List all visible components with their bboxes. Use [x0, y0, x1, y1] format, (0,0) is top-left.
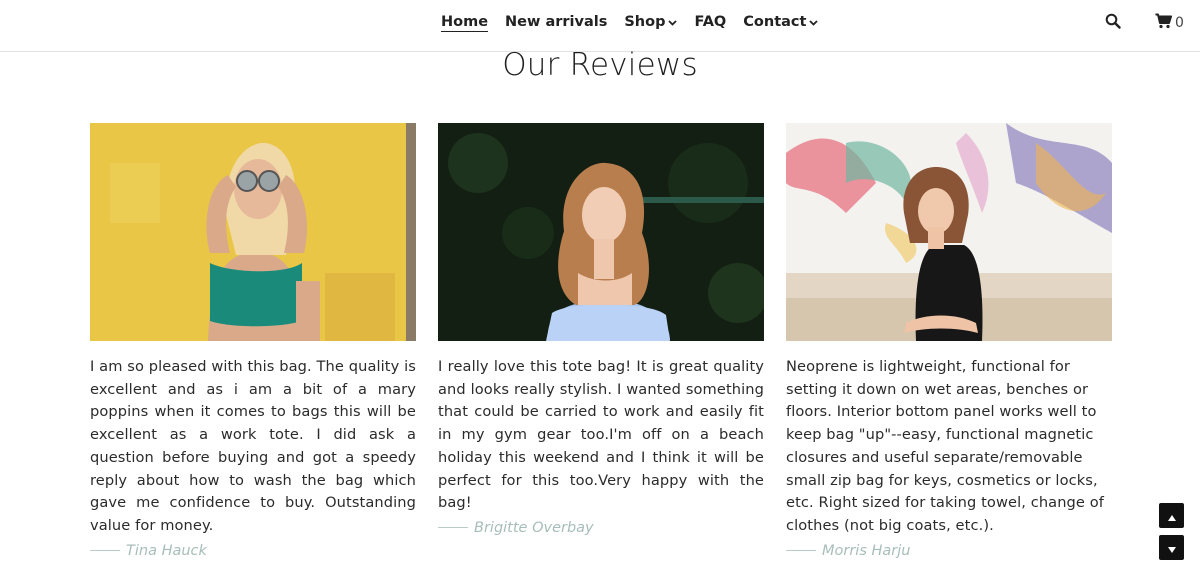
review-text: I am so pleased with this bag. The quali…: [90, 358, 416, 534]
section-title: Our Reviews: [502, 47, 698, 83]
review-author: Brigitte Overbay: [438, 520, 764, 536]
review-text: Neoprene is lightweight, functional for …: [786, 358, 1105, 534]
chevron-down-icon: [668, 18, 678, 29]
cart-count: 0: [1175, 15, 1184, 31]
review-card: Neoprene is lightweight, functional for …: [786, 123, 1112, 559]
chevron-down-icon: [809, 18, 819, 29]
cart-button[interactable]: 0: [1155, 13, 1184, 33]
nav-home-label: Home: [441, 13, 489, 30]
author-name: Morris Harju: [822, 542, 911, 559]
reviewer-photo: [786, 123, 1112, 341]
nav-faq-label: FAQ: [694, 14, 727, 30]
author-dash: [438, 527, 468, 529]
nav-faq-link[interactable]: FAQ: [694, 12, 726, 32]
author-dash: [786, 550, 816, 552]
review-author: Tina Hauck: [90, 543, 416, 559]
cart-icon: [1155, 13, 1172, 33]
nav-shop-label: Shop: [624, 14, 666, 30]
author-name: Tina Hauck: [126, 542, 207, 559]
arrow-down-icon: [1167, 538, 1176, 557]
nav-new-arrivals-link[interactable]: New arrivals: [505, 12, 607, 32]
top-navigation: Home New arrivals Shop FAQ Contact 0: [0, 0, 1200, 52]
main-menu: Home New arrivals Shop FAQ Contact: [441, 12, 835, 32]
reviewer-photo: [90, 123, 416, 341]
reviewer-photo: [438, 123, 764, 341]
scroll-down-button[interactable]: [1159, 535, 1184, 560]
nav-contact-label: Contact: [743, 14, 807, 30]
review-card: I really love this tote bag! It is great…: [438, 123, 764, 536]
nav-new-arrivals-label: New arrivals: [505, 14, 608, 30]
author-name: Brigitte Overbay: [474, 519, 594, 536]
nav-home-link[interactable]: Home: [441, 12, 489, 32]
review-author: Morris Harju: [786, 543, 1112, 559]
review-card: I am so pleased with this bag. The quali…: [90, 123, 416, 559]
author-dash: [90, 550, 120, 552]
search-icon[interactable]: [1105, 13, 1123, 31]
scroll-up-button[interactable]: [1159, 503, 1184, 528]
nav-contact-link[interactable]: Contact: [743, 12, 819, 32]
review-text: I really love this tote bag! It is great…: [438, 358, 764, 512]
nav-shop-link[interactable]: Shop: [624, 12, 678, 32]
arrow-up-icon: [1167, 506, 1176, 525]
